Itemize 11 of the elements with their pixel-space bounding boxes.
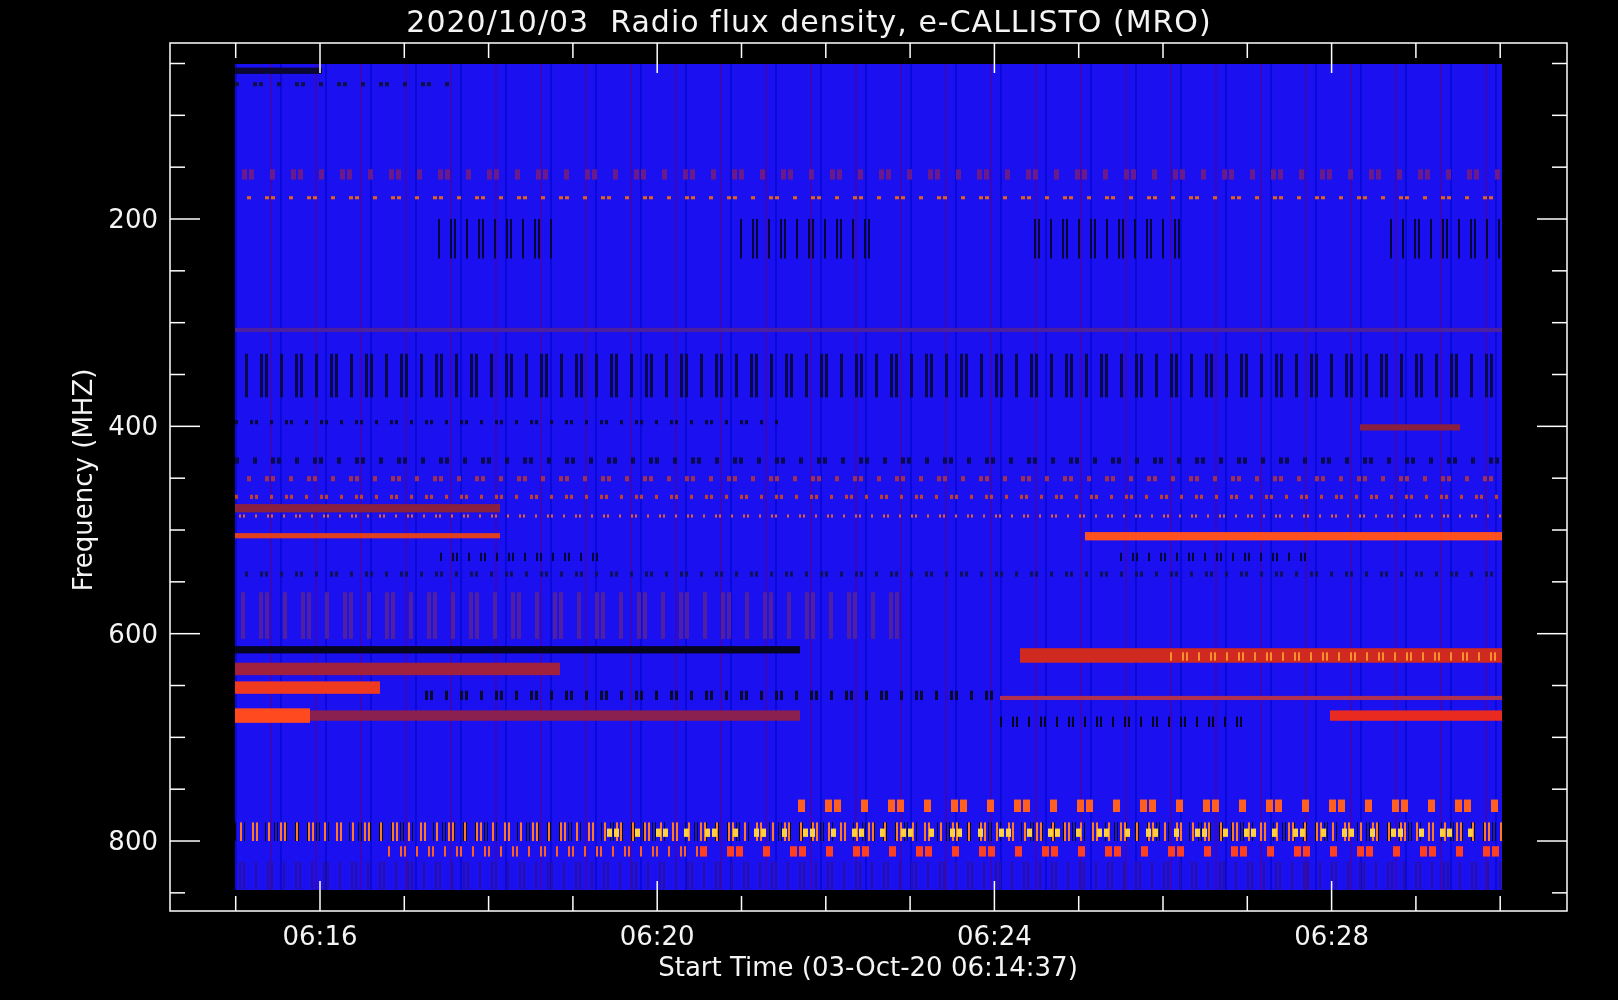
axis-title: Start Time (03-Oct-20 06:14:37): [658, 952, 1078, 982]
plot-title: 2020/10/03 Radio flux density, e-CALLISTO (MRO): [405, 2, 1213, 41]
axis-tick-label: 400: [108, 411, 158, 442]
axis-tick-label: 06:16: [282, 921, 358, 951]
axis-tick-label: 200: [108, 204, 158, 234]
axis-tick-label: 800: [108, 826, 158, 856]
axis-title: Frequency (MHZ): [68, 368, 98, 592]
axis-tick-label: 06:28: [1294, 921, 1370, 951]
axis-tick-label: 06:20: [619, 921, 695, 951]
axis-tick-label: 06:24: [956, 921, 1032, 951]
axis-tick-label: 600: [108, 618, 158, 649]
